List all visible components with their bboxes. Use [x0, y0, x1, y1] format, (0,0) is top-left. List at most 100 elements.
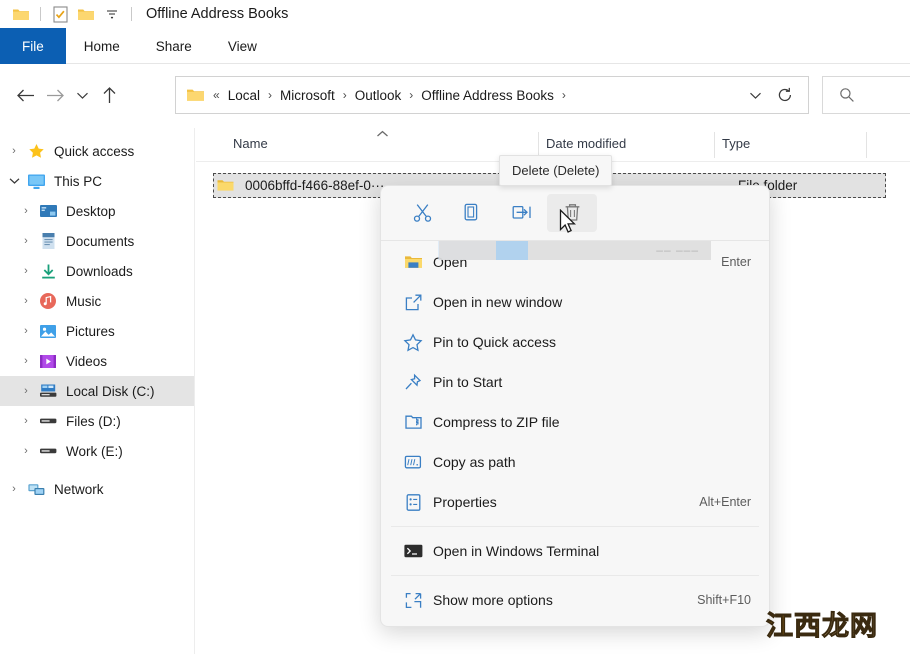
menu-item-label: Compress to ZIP file [433, 414, 560, 430]
chevron-right-icon[interactable]: › [16, 385, 36, 397]
downloads-icon [36, 261, 60, 281]
chevron-right-icon[interactable]: › [16, 235, 36, 247]
breadcrumb-sep-3[interactable]: › [404, 88, 418, 102]
new-folder-icon[interactable] [73, 3, 99, 25]
navigation-pane: › Quick access This PC › [0, 128, 195, 654]
folder-open-icon [397, 254, 429, 270]
tab-file[interactable]: File [0, 28, 66, 64]
menu-item-copy-as-path[interactable]: Copy as path [381, 442, 769, 482]
menu-item-label: Open in new window [433, 294, 562, 310]
tab-home[interactable]: Home [66, 28, 138, 64]
menu-item-open-in-windows-terminal[interactable]: Open in Windows Terminal [381, 531, 769, 571]
chevron-right-icon[interactable]: › [16, 295, 36, 307]
menu-item-pin-to-quick-access[interactable]: Pin to Quick access [381, 322, 769, 362]
sidebar-item-label: This PC [54, 174, 102, 189]
title-bar: Offline Address Books [0, 0, 910, 28]
breadcrumb-sep-4[interactable]: › [557, 88, 571, 102]
chevron-right-icon[interactable]: › [16, 445, 36, 457]
customize-dropdown-icon[interactable] [99, 3, 125, 25]
sidebar-item-label: Work (E:) [66, 444, 123, 459]
window-title: Offline Address Books [146, 6, 288, 22]
refresh-icon[interactable] [772, 82, 798, 108]
pin-icon [397, 373, 429, 392]
breadcrumb-local[interactable]: Local [225, 88, 263, 103]
context-menu-section-divider [391, 526, 759, 527]
watermark-part-2: 龙网 [822, 611, 878, 642]
sidebar-item-downloads[interactable]: › Downloads [0, 256, 194, 286]
menu-item-open[interactable]: ‒‒ ‒‒‒ Open Enter [381, 242, 769, 282]
music-icon [36, 291, 60, 311]
breadcrumb-sep-1[interactable]: › [263, 88, 277, 102]
address-bar[interactable]: « Local › Microsoft › Outlook › Offline … [175, 76, 809, 114]
sidebar-item-documents[interactable]: › Documents [0, 226, 194, 256]
folder-icon[interactable] [8, 3, 34, 25]
cut-button[interactable] [397, 194, 447, 232]
tooltip: Delete (Delete) [499, 155, 612, 186]
qa-separator [40, 7, 41, 21]
sidebar-item-files-d[interactable]: › Files (D:) [0, 406, 194, 436]
properties-icon[interactable] [47, 3, 73, 25]
context-menu-toolbar [381, 186, 769, 239]
sidebar-item-local-disk-c[interactable]: › Local Disk (C:) [0, 376, 194, 406]
chevron-right-icon[interactable]: › [4, 145, 24, 157]
scissors-icon [412, 202, 433, 223]
column-header-type[interactable]: Type [722, 136, 750, 151]
copy-icon [462, 202, 483, 223]
sidebar-item-music[interactable]: › Music [0, 286, 194, 316]
tab-share[interactable]: Share [138, 28, 210, 64]
back-button[interactable] [10, 80, 40, 110]
chevron-down-icon[interactable] [4, 177, 24, 185]
chevron-down-icon[interactable] [742, 82, 768, 108]
breadcrumb-overflow[interactable]: « [208, 88, 225, 102]
column-header-name[interactable]: Name [233, 136, 268, 151]
sidebar-item-this-pc[interactable]: This PC [0, 166, 194, 196]
chevron-right-icon[interactable]: › [16, 355, 36, 367]
menu-item-open-in-new-window[interactable]: Open in new window [381, 282, 769, 322]
sidebar-item-label: Downloads [66, 264, 133, 279]
properties-icon [397, 493, 429, 512]
sidebar-item-network[interactable]: › Network [0, 474, 194, 504]
menu-item-compress-to-zip-file[interactable]: Compress to ZIP file [381, 402, 769, 442]
trash-icon [563, 202, 582, 223]
chevron-right-icon[interactable]: › [16, 325, 36, 337]
up-button[interactable] [94, 80, 124, 110]
sort-ascending-icon [376, 130, 389, 138]
sidebar-item-label: Videos [66, 354, 107, 369]
sidebar-item-videos[interactable]: › Videos [0, 346, 194, 376]
column-divider-3[interactable] [866, 132, 867, 158]
recent-locations-button[interactable] [70, 80, 94, 110]
menu-item-show-more-options[interactable]: Show more options Shift+F10 [381, 580, 769, 620]
chevron-right-icon[interactable]: › [16, 205, 36, 217]
breadcrumb-offline-address-books[interactable]: Offline Address Books [418, 88, 557, 103]
column-divider-2[interactable] [714, 132, 715, 158]
menu-item-label: Copy as path [433, 454, 516, 470]
menu-item-pin-to-start[interactable]: Pin to Start [381, 362, 769, 402]
sidebar-item-pictures[interactable]: › Pictures [0, 316, 194, 346]
delete-button[interactable] [547, 194, 597, 232]
search-input[interactable] [822, 76, 910, 114]
sidebar-item-quick-access[interactable]: › Quick access [0, 136, 194, 166]
zip-folder-icon [397, 413, 429, 431]
sidebar-item-work-e[interactable]: › Work (E:) [0, 436, 194, 466]
breadcrumb-microsoft[interactable]: Microsoft [277, 88, 338, 103]
sidebar-item-desktop[interactable]: › Desktop [0, 196, 194, 226]
copy-button[interactable] [447, 194, 497, 232]
context-menu-section-divider-2 [391, 575, 759, 576]
acrylic-peek-text: ‒‒ ‒‒‒ [656, 243, 699, 257]
menu-item-label: Open [433, 254, 467, 270]
breadcrumb-sep-2[interactable]: › [338, 88, 352, 102]
chevron-right-icon[interactable]: › [16, 415, 36, 427]
menu-item-properties[interactable]: Properties Alt+Enter [381, 482, 769, 522]
tab-view[interactable]: View [210, 28, 275, 64]
breadcrumb: « Local › Microsoft › Outlook › Offline … [208, 88, 742, 103]
forward-button[interactable] [40, 80, 70, 110]
chevron-right-icon[interactable]: › [4, 483, 24, 495]
drive-icon [36, 411, 60, 431]
acrylic-peek-highlight [496, 241, 528, 260]
context-menu-divider [381, 240, 769, 241]
search-icon [839, 87, 855, 103]
column-header-date-modified[interactable]: Date modified [546, 136, 626, 151]
breadcrumb-outlook[interactable]: Outlook [352, 88, 405, 103]
rename-button[interactable] [497, 194, 547, 232]
chevron-right-icon[interactable]: › [16, 265, 36, 277]
